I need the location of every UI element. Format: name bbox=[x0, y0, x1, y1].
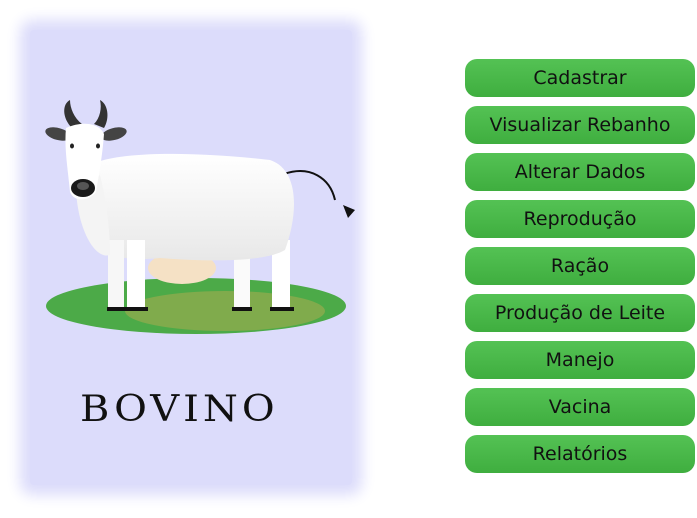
menu-button-producao-de-leite[interactable]: Produção de Leite bbox=[465, 294, 695, 332]
menu-button-racao[interactable]: Ração bbox=[465, 247, 695, 285]
brand-title: BOVINO bbox=[80, 388, 279, 431]
app-screen: BOVINO Cadastrar Visualizar Rebanho Alte… bbox=[0, 0, 697, 518]
menu-button-alterar-dados[interactable]: Alterar Dados bbox=[465, 153, 695, 191]
menu-button-visualizar-rebanho[interactable]: Visualizar Rebanho bbox=[465, 106, 695, 144]
menu-button-reproducao[interactable]: Reprodução bbox=[465, 200, 695, 238]
menu-button-manejo[interactable]: Manejo bbox=[465, 341, 695, 379]
menu-button-vacina[interactable]: Vacina bbox=[465, 388, 695, 426]
menu-button-cadastrar[interactable]: Cadastrar bbox=[465, 59, 695, 97]
menu-button-relatorios[interactable]: Relatórios bbox=[465, 435, 695, 473]
main-menu: Cadastrar Visualizar Rebanho Alterar Dad… bbox=[465, 59, 695, 482]
